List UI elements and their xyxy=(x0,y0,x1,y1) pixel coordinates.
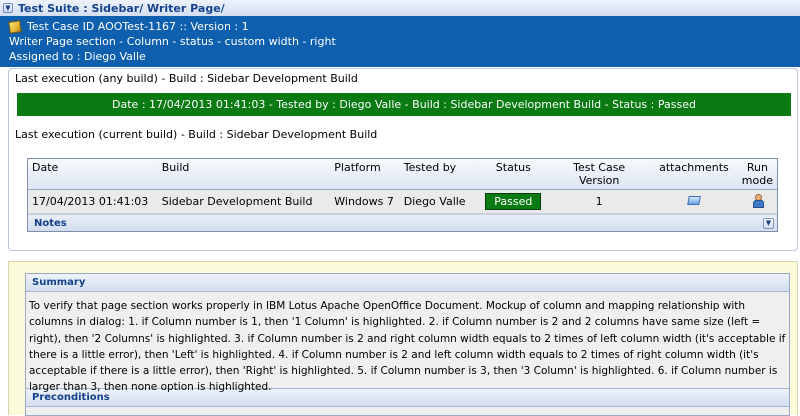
test-case-name: Writer Page section - Column - status - … xyxy=(9,35,336,48)
manual-run-icon[interactable] xyxy=(752,194,764,208)
last-execution-current-title: Last execution (current build) - Build :… xyxy=(15,128,378,141)
col-date: Date xyxy=(28,159,158,190)
chevron-down-icon[interactable]: ▼ xyxy=(763,217,774,229)
table-header-row: Date Build Platform Tested by Status Tes… xyxy=(28,159,777,190)
pencil-icon[interactable] xyxy=(8,19,22,34)
col-run-mode: Run mode xyxy=(737,159,777,190)
row-version: 1 xyxy=(548,189,651,214)
notes-label: Notes xyxy=(34,217,67,229)
attachment-icon[interactable] xyxy=(687,196,701,205)
assigned-to: Assigned to : Diego Valle xyxy=(9,50,146,63)
row-build: Sidebar Development Build xyxy=(157,189,331,214)
last-execution-banner: Date : 17/04/2013 01:41:03 - Tested by :… xyxy=(17,93,791,116)
summary-text: To verify that page section works proper… xyxy=(29,300,786,394)
details-area: Summary To verify that page section work… xyxy=(8,261,798,416)
execution-panel: Last execution (any build) - Build : Sid… xyxy=(8,68,798,251)
last-execution-any-title: Last execution (any build) - Build : Sid… xyxy=(15,72,358,85)
status-badge: Passed xyxy=(485,193,542,210)
execution-table: Date Build Platform Tested by Status Tes… xyxy=(27,158,778,232)
col-status: Status xyxy=(478,159,549,190)
col-tested-by: Tested by xyxy=(399,159,479,190)
row-tested-by: Diego Valle xyxy=(399,189,479,214)
row-date: 17/04/2013 01:41:03 xyxy=(28,189,158,214)
suite-title: Test Suite : Sidebar/ Writer Page/ xyxy=(18,1,225,15)
summary-header[interactable]: Summary xyxy=(26,274,789,292)
row-platform: Windows 7 xyxy=(330,189,400,214)
test-case-header: Test Case ID AOOTest-1167 :: Version : 1… xyxy=(0,16,800,67)
triangle-down-icon[interactable]: ▼ xyxy=(3,3,13,13)
table-row: 17/04/2013 01:41:03 Sidebar Development … xyxy=(28,189,777,214)
notes-bar[interactable]: Notes ▼ xyxy=(28,214,777,231)
col-platform: Platform xyxy=(330,159,400,190)
col-version: Test Case Version xyxy=(548,159,651,190)
col-attachments: attachments xyxy=(650,159,738,190)
test-suite-bar: ▼ Test Suite : Sidebar/ Writer Page/ xyxy=(0,0,800,17)
col-build: Build xyxy=(157,159,331,190)
test-case-id: Test Case ID AOOTest-1167 :: Version : 1 xyxy=(27,20,249,33)
summary-box: Summary To verify that page section work… xyxy=(25,273,790,416)
